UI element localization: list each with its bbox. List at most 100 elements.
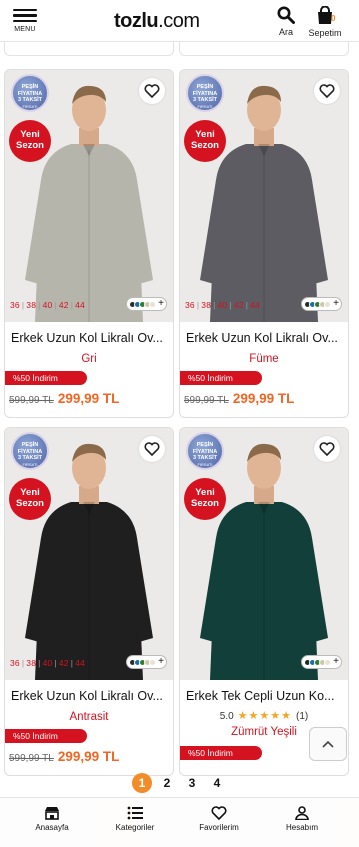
heart-icon bbox=[144, 442, 160, 456]
badge-text: Yeni bbox=[195, 129, 215, 140]
sale-price: 299,99 TL bbox=[57, 391, 120, 406]
size-option[interactable]: 38 bbox=[26, 658, 36, 668]
page-3[interactable]: 3 bbox=[182, 773, 202, 793]
color-swatches[interactable]: + bbox=[301, 297, 342, 311]
product-image[interactable]: PEŞİN FİYATINA 3 TAKSİT FIRSATI Yeni Sezon + bbox=[180, 428, 348, 680]
heart-icon bbox=[144, 84, 160, 98]
size-option[interactable]: 42 bbox=[59, 658, 69, 668]
size-option[interactable]: 42 bbox=[234, 300, 244, 310]
discount-badge: %50 İndirim bbox=[180, 371, 262, 385]
badge-text: Yeni bbox=[195, 487, 215, 498]
page-2[interactable]: 2 bbox=[157, 773, 177, 793]
price-block: 599,99 TL 299,99 TL bbox=[184, 390, 294, 408]
badge-text: Sezon bbox=[16, 498, 44, 509]
cart-button[interactable]: 0 Sepetim bbox=[304, 6, 346, 38]
size-option[interactable]: 42 bbox=[59, 300, 69, 310]
product-color-name: Füme bbox=[249, 353, 279, 365]
more-colors-icon[interactable]: + bbox=[333, 657, 339, 667]
page-1[interactable]: 1 bbox=[132, 773, 152, 793]
nav-favorites-label: Favorilerim bbox=[199, 823, 239, 832]
product-title[interactable]: Erkek Tek Cepli Uzun Ko... bbox=[186, 689, 344, 703]
chevron-up-icon bbox=[322, 740, 334, 748]
more-colors-icon[interactable]: + bbox=[158, 299, 164, 309]
nav-account-label: Hesabım bbox=[285, 823, 318, 832]
add-to-favorites-button[interactable] bbox=[139, 436, 165, 462]
installment-badge: PEŞİN FİYATINA 3 TAKSİT FIRSATI bbox=[186, 74, 224, 112]
hamburger-icon-bar bbox=[13, 14, 37, 17]
heart-icon bbox=[211, 806, 227, 820]
size-option[interactable]: 38 bbox=[26, 300, 36, 310]
discount-badge: %50 İndirim bbox=[5, 729, 87, 743]
product-card[interactable]: PEŞİN FİYATINA 3 TAKSİT FIRSATI Yeni Sezon 36 |… bbox=[4, 427, 174, 776]
size-option[interactable]: 36 bbox=[10, 658, 20, 668]
nav-favorites[interactable]: Favorilerim bbox=[179, 806, 259, 832]
product-card[interactable]: PEŞİN FİYATINA 3 TAKSİT FIRSATI Yeni Sezon + Er… bbox=[179, 427, 349, 776]
product-rating: 5.0 ★★★★★ (1) bbox=[180, 709, 348, 722]
add-to-favorites-button[interactable] bbox=[314, 436, 340, 462]
nav-home[interactable]: Anasayfa bbox=[12, 806, 92, 832]
more-colors-icon[interactable]: + bbox=[333, 299, 339, 309]
site-logo[interactable]: tozlu.com bbox=[114, 10, 200, 33]
badge-text: FİYATINA bbox=[192, 90, 218, 97]
badge-text: 3 TAKSİT bbox=[192, 455, 218, 461]
badge-text: Yeni bbox=[20, 129, 40, 140]
size-option[interactable]: 44 bbox=[250, 300, 260, 310]
product-title[interactable]: Erkek Uzun Kol Likralı Ov... bbox=[11, 331, 169, 345]
hamburger-icon-bar bbox=[13, 19, 37, 23]
rating-value: 5.0 bbox=[219, 711, 234, 722]
old-price: 599,99 TL bbox=[9, 753, 54, 764]
color-swatches[interactable]: + bbox=[126, 655, 167, 669]
previous-card-stub bbox=[4, 42, 174, 56]
search-label: Ara bbox=[278, 27, 293, 37]
badge-text: FİYATINA bbox=[192, 448, 218, 455]
color-swatches[interactable]: + bbox=[126, 297, 167, 311]
size-list: 36 | 38 | 40 | 42 | 44 bbox=[10, 300, 85, 310]
rating-stars: ★★★★★ bbox=[237, 710, 292, 722]
discount-badge: %50 İndirim bbox=[5, 371, 87, 385]
add-to-favorites-button[interactable] bbox=[314, 78, 340, 104]
product-image[interactable]: PEŞİN FİYATINA 3 TAKSİT FIRSATI Yeni Sezon 36 |… bbox=[180, 70, 348, 322]
badge-text: FIRSATI bbox=[197, 461, 213, 467]
menu-label: MENU bbox=[14, 26, 36, 34]
size-option[interactable]: 40 bbox=[43, 300, 53, 310]
color-swatch[interactable] bbox=[149, 300, 157, 308]
size-option[interactable]: 38 bbox=[201, 300, 211, 310]
search-button[interactable]: Ara bbox=[274, 6, 298, 37]
size-option[interactable]: 40 bbox=[43, 658, 53, 668]
nav-account[interactable]: Hesabım bbox=[262, 806, 342, 832]
badge-text: Sezon bbox=[16, 140, 44, 151]
product-card[interactable]: PEŞİN FİYATINA 3 TAKSİT FIRSATI Yeni Sezon 36 |… bbox=[4, 69, 174, 418]
color-swatch[interactable] bbox=[324, 658, 332, 666]
product-title[interactable]: Erkek Uzun Kol Likralı Ov... bbox=[186, 331, 344, 345]
product-color-name: Gri bbox=[81, 353, 97, 365]
badge-text: PEŞİN bbox=[196, 442, 214, 448]
product-card[interactable]: PEŞİN FİYATINA 3 TAKSİT FIRSATI Yeni Sezon 36 |… bbox=[179, 69, 349, 418]
new-season-badge: Yeni Sezon bbox=[184, 120, 226, 162]
size-option[interactable]: 44 bbox=[75, 658, 85, 668]
size-option[interactable]: 36 bbox=[10, 300, 20, 310]
more-colors-icon[interactable]: + bbox=[158, 657, 164, 667]
menu-button[interactable]: MENU bbox=[10, 6, 40, 40]
color-swatch[interactable] bbox=[324, 300, 332, 308]
new-season-badge: Yeni Sezon bbox=[184, 478, 226, 520]
badge-text: 3 TAKSİT bbox=[17, 455, 43, 461]
product-color-name: Antrasit bbox=[69, 711, 109, 723]
page-4[interactable]: 4 bbox=[207, 773, 227, 793]
size-option[interactable]: 36 bbox=[185, 300, 195, 310]
price-block: 599,99 TL 299,99 TL bbox=[9, 390, 119, 408]
discount-badge: %50 İndirim bbox=[180, 746, 262, 760]
scroll-to-top-button[interactable] bbox=[309, 727, 347, 761]
pagination: 1 2 3 4 bbox=[0, 773, 359, 793]
product-title[interactable]: Erkek Uzun Kol Likralı Ov... bbox=[11, 689, 169, 703]
size-option[interactable]: 40 bbox=[218, 300, 228, 310]
logo-main-text: tozlu bbox=[114, 10, 159, 32]
old-price: 599,99 TL bbox=[184, 395, 229, 406]
size-option[interactable]: 44 bbox=[75, 300, 85, 310]
nav-categories[interactable]: Kategoriler bbox=[95, 806, 175, 832]
logo-suffix-text: .com bbox=[158, 10, 200, 32]
add-to-favorites-button[interactable] bbox=[139, 78, 165, 104]
product-image[interactable]: PEŞİN FİYATINA 3 TAKSİT FIRSATI Yeni Sezon 36 |… bbox=[5, 428, 173, 680]
color-swatches[interactable]: + bbox=[301, 655, 342, 669]
color-swatch[interactable] bbox=[149, 658, 157, 666]
product-image[interactable]: PEŞİN FİYATINA 3 TAKSİT FIRSATI Yeni Sezon 36 |… bbox=[5, 70, 173, 322]
